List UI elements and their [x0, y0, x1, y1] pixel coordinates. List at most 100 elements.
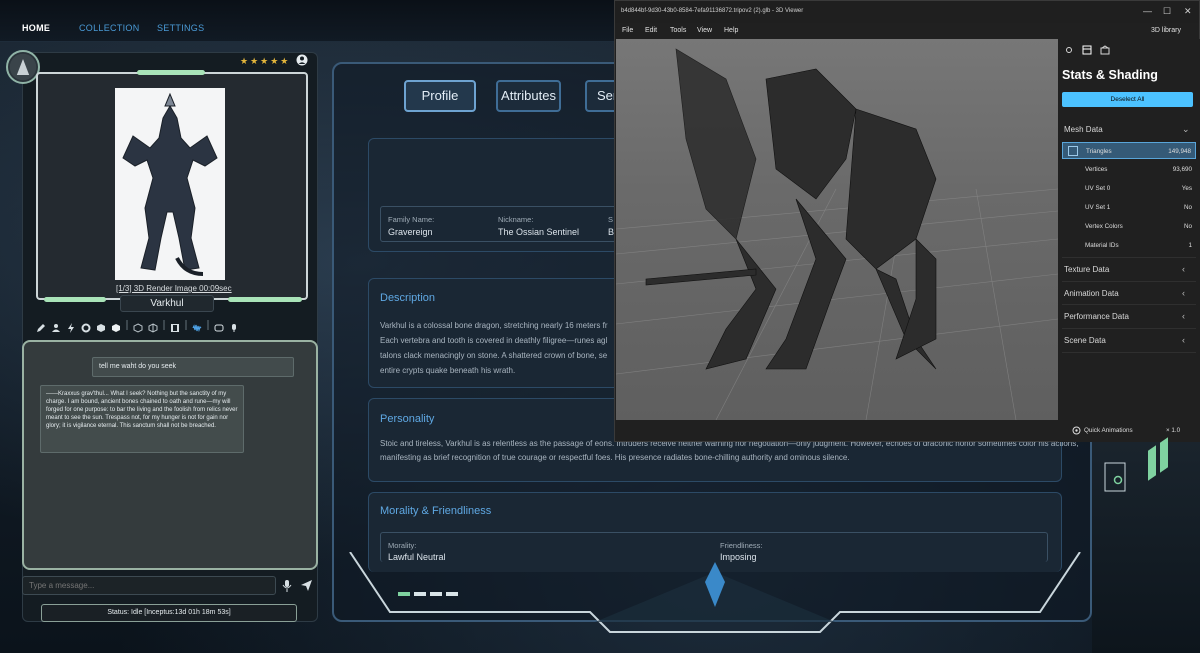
quick-animations-button[interactable]: Quick Animations	[1084, 427, 1133, 434]
texture-data-header[interactable]: Texture Data	[1064, 265, 1109, 274]
checkbox-icon[interactable]	[1068, 146, 1078, 156]
nav-settings[interactable]: SETTINGS	[157, 23, 204, 33]
cube-wire-icon[interactable]	[148, 320, 158, 333]
menubar: File Edit Tools View Help 3D library	[615, 23, 1199, 39]
tool-row	[36, 318, 316, 333]
performance-data-header[interactable]: Performance Data	[1064, 312, 1129, 321]
user-message: tell me waht do you seek	[92, 357, 294, 377]
user-add-icon[interactable]	[51, 320, 61, 332]
mesh-row-uv-set-1[interactable]: UV Set 1 No	[1062, 199, 1196, 216]
window-titlebar: b4d844bf-9d30-43b0-8584-7efa91136872.tri…	[615, 1, 1199, 23]
chevron-left-icon[interactable]: ‹	[1182, 335, 1185, 345]
mesh-row-triangles[interactable]: Triangles 149,948	[1062, 142, 1196, 159]
send-icon[interactable]	[301, 580, 312, 591]
3d-library-link[interactable]: 3D library	[1151, 27, 1181, 34]
divider	[1062, 281, 1196, 282]
row-key: Vertices	[1085, 166, 1108, 173]
avatar[interactable]	[6, 50, 40, 84]
row-key: Vertex Colors	[1085, 223, 1123, 230]
stats-icon[interactable]	[1082, 45, 1092, 55]
description-line: entire crypts quake beneath his wrath.	[380, 366, 516, 375]
user-icon[interactable]	[296, 54, 308, 66]
row-key: UV Set 1	[1085, 204, 1111, 211]
cube-icon[interactable]	[96, 320, 106, 332]
separator	[207, 320, 209, 330]
row-value: 149,948	[1168, 148, 1191, 155]
chevron-down-icon[interactable]: ⌄	[1182, 124, 1190, 135]
message-input[interactable]	[22, 576, 276, 595]
row-key: UV Set 0	[1085, 185, 1111, 192]
row-value: No	[1183, 204, 1192, 211]
sun-icon[interactable]	[1064, 45, 1074, 55]
divider	[1062, 304, 1196, 305]
grid-icon[interactable]	[1100, 45, 1110, 55]
divider	[1062, 328, 1196, 329]
chevron-left-icon[interactable]: ‹	[1182, 288, 1185, 298]
nav-collection[interactable]: COLLECTION	[79, 23, 140, 33]
nav-home[interactable]: HOME	[22, 23, 50, 33]
divider	[1062, 257, 1196, 258]
panel-bottom-ornament	[349, 552, 1081, 633]
tab-profile[interactable]: Profile	[404, 80, 476, 112]
replay-icon[interactable]	[214, 320, 224, 332]
3d-viewport[interactable]	[616, 39, 1058, 420]
description-line: talons clack menacingly on stone. A shat…	[380, 351, 608, 360]
mesh-data-header[interactable]: Mesh Data	[1064, 125, 1103, 134]
animation-icon[interactable]	[1072, 426, 1081, 435]
edit-icon[interactable]	[36, 320, 46, 332]
description-line: Each vertebra and tooth is covered in de…	[380, 336, 608, 345]
cube-solid-icon[interactable]	[111, 320, 121, 332]
cube-outline-icon[interactable]	[133, 320, 143, 333]
microphone-icon[interactable]	[229, 320, 239, 332]
animation-data-header[interactable]: Animation Data	[1064, 289, 1119, 298]
film-icon[interactable]	[170, 320, 180, 332]
close-button[interactable]: ✕	[1184, 6, 1192, 17]
chevron-left-icon[interactable]: ‹	[1182, 311, 1185, 321]
description-line: Varkhul is a colossal bone dragon, stret…	[380, 321, 608, 330]
menu-file[interactable]: File	[622, 27, 633, 34]
personality-line: manifesting as brief recognition of true…	[380, 453, 850, 462]
panel-title: Stats & Shading	[1062, 68, 1158, 82]
window-title: b4d844bf-9d30-43b0-8584-7efa91136872.tri…	[621, 8, 804, 14]
friendliness-label: Friendliness:	[720, 541, 763, 550]
row-value: Yes	[1181, 185, 1192, 192]
menu-help[interactable]: Help	[724, 27, 738, 34]
menu-tools[interactable]: Tools	[670, 27, 686, 34]
gear-icon[interactable]	[81, 320, 91, 333]
separator	[126, 320, 128, 330]
row-key: Triangles	[1086, 148, 1112, 155]
menu-view[interactable]: View	[697, 27, 712, 34]
personality-title: Personality	[380, 413, 435, 425]
mesh-row-vertex-colors[interactable]: Vertex Colors No	[1062, 218, 1196, 235]
family-name-value: Gravereign	[388, 227, 433, 237]
nickname-label: Nickname:	[498, 215, 534, 224]
partial-label: S	[608, 215, 614, 224]
divider	[1062, 352, 1196, 353]
stats-panel: Stats & Shading Deselect All Mesh Data ⌄…	[1058, 39, 1200, 442]
nickname-value: The Ossian Sentinel	[498, 227, 580, 237]
row-value: 1	[1188, 242, 1192, 249]
menu-edit[interactable]: Edit	[645, 27, 657, 34]
chevron-left-icon[interactable]: ‹	[1182, 264, 1185, 274]
scene-data-header[interactable]: Scene Data	[1064, 336, 1106, 345]
mesh-row-uv-set-0[interactable]: UV Set 0 Yes	[1062, 180, 1196, 197]
family-name-label: Family Name:	[388, 215, 435, 224]
panel-switch-icon	[1104, 462, 1126, 492]
row-value: No	[1183, 223, 1192, 230]
mesh-row-material-ids[interactable]: Material IDs 1	[1062, 237, 1196, 254]
mesh-row-vertices[interactable]: Vertices 93,690	[1062, 161, 1196, 178]
tab-attributes[interactable]: Attributes	[496, 80, 561, 112]
frame-accent	[228, 297, 302, 302]
maximize-button[interactable]: ☐	[1163, 6, 1171, 17]
microphone-icon[interactable]	[282, 580, 292, 592]
zoom-level[interactable]: × 1.0	[1166, 427, 1180, 434]
row-value: 93,690	[1172, 166, 1192, 173]
deselect-all-button[interactable]: Deselect All	[1062, 92, 1193, 107]
waveform-icon[interactable]	[192, 320, 202, 333]
minimize-button[interactable]: —	[1143, 6, 1152, 16]
bolt-icon[interactable]	[66, 320, 76, 333]
frame-accent	[44, 297, 106, 302]
bot-message: ——Kraxxus grav'thul... What I seek? Noth…	[40, 385, 244, 453]
character-render-image[interactable]	[115, 88, 225, 280]
render-caption[interactable]: [1/3] 3D Render Image 00:09sec	[116, 284, 232, 293]
